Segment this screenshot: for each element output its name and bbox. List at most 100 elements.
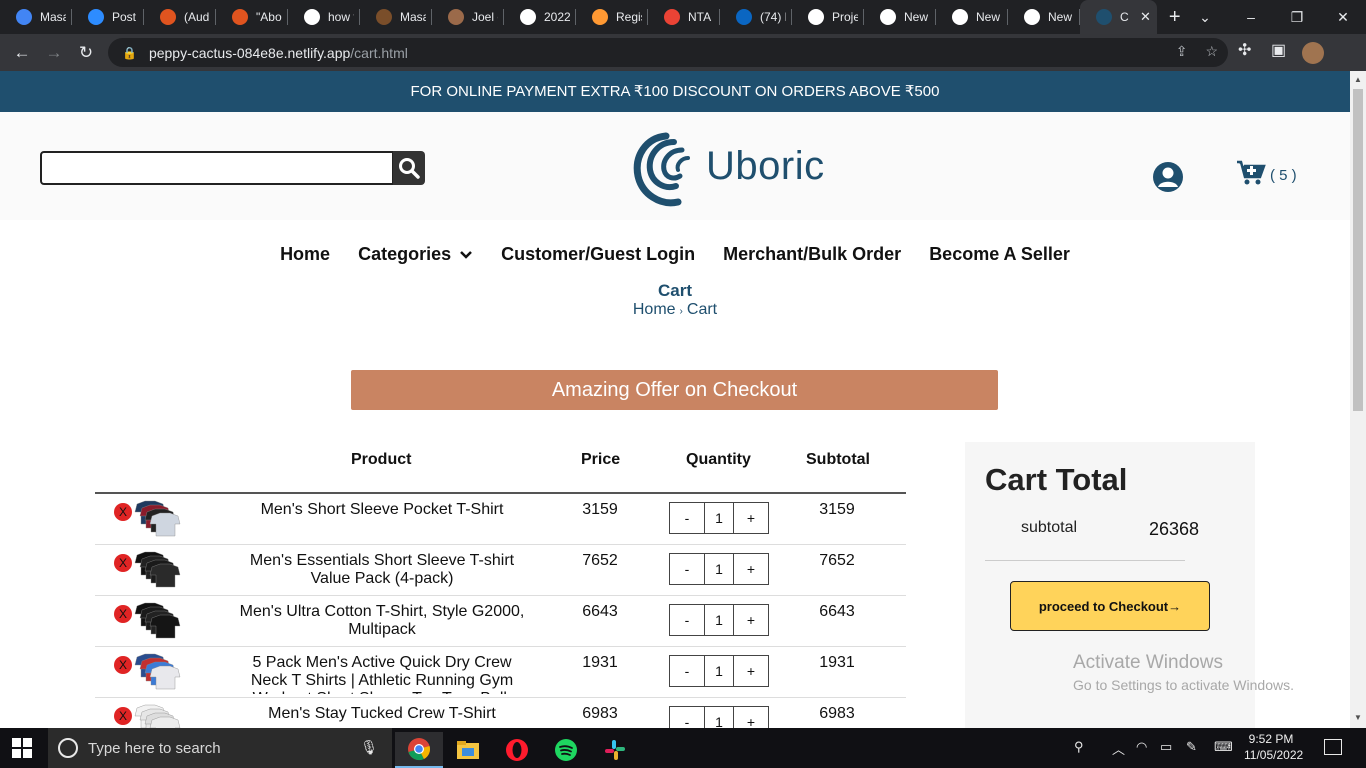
quantity-value[interactable]: 1 xyxy=(704,605,734,635)
spotify-icon[interactable] xyxy=(542,732,590,768)
product-name[interactable]: Men's Essentials Short Sleeve T-shirt Va… xyxy=(235,552,529,592)
nav-customer-login[interactable]: Customer/Guest Login xyxy=(501,244,695,265)
scroll-up-icon[interactable]: ▲ xyxy=(1354,75,1362,84)
product-thumbnail[interactable] xyxy=(133,653,181,693)
quantity-value[interactable]: 1 xyxy=(704,707,734,728)
product-name[interactable]: Men's Ultra Cotton T-Shirt, Style G2000,… xyxy=(235,603,529,643)
remove-item-button[interactable]: X xyxy=(114,503,132,521)
cart-icon[interactable] xyxy=(1236,160,1266,186)
nav-categories[interactable]: Categories xyxy=(358,244,473,265)
tray-chevron-up-icon[interactable]: ︿ xyxy=(1112,739,1125,758)
side-panel-icon[interactable]: ▣ xyxy=(1271,40,1286,60)
increase-quantity-button[interactable]: + xyxy=(734,554,768,584)
pen-icon[interactable]: ✎ xyxy=(1186,739,1197,755)
search-button[interactable] xyxy=(393,151,425,185)
browser-tab[interactable]: Masa xyxy=(360,0,432,34)
nav-become-seller[interactable]: Become A Seller xyxy=(929,244,1070,265)
decrease-quantity-button[interactable]: - xyxy=(670,605,704,635)
quantity-stepper: -1 + xyxy=(669,502,769,534)
amazing-offer-button[interactable]: Amazing Offer on Checkout xyxy=(351,370,998,410)
product-name[interactable]: Men's Short Sleeve Pocket T-Shirt xyxy=(235,501,529,541)
tab-title: Proje xyxy=(832,10,858,24)
new-tab-icon[interactable]: + xyxy=(1169,6,1181,29)
breadcrumb-home[interactable]: Home xyxy=(633,301,676,318)
site-logo[interactable]: Uboric xyxy=(630,128,830,212)
profile-avatar[interactable] xyxy=(1302,42,1324,64)
browser-tab[interactable]: (Audi xyxy=(144,0,216,34)
cart-count[interactable]: ( 5 ) xyxy=(1270,167,1297,184)
wifi-icon[interactable]: ◠ xyxy=(1136,739,1147,755)
decrease-quantity-button[interactable]: - xyxy=(670,554,704,584)
browser-tab[interactable]: 2022 xyxy=(504,0,576,34)
windows-start-icon[interactable] xyxy=(12,738,32,758)
increase-quantity-button[interactable]: + xyxy=(734,656,768,686)
remove-item-button[interactable]: X xyxy=(114,554,132,572)
product-thumbnail[interactable] xyxy=(133,602,181,642)
decrease-quantity-button[interactable]: - xyxy=(670,707,704,728)
search-input[interactable] xyxy=(40,151,394,185)
increase-quantity-button[interactable]: + xyxy=(734,707,768,728)
browser-tab[interactable]: New xyxy=(1008,0,1080,34)
browser-tab[interactable]: Masa xyxy=(0,0,72,34)
extensions-icon[interactable]: ✣ xyxy=(1238,40,1251,60)
remove-item-button[interactable]: X xyxy=(114,656,132,674)
browser-tab[interactable]: Joel c xyxy=(432,0,504,34)
browser-tab[interactable]: C ✕ xyxy=(1080,0,1157,34)
tab-close-icon[interactable]: ✕ xyxy=(1140,9,1151,25)
taskbar-search[interactable]: Type here to search 🎙 xyxy=(48,728,392,768)
scroll-down-icon[interactable]: ▼ xyxy=(1354,713,1362,722)
increase-quantity-button[interactable]: + xyxy=(734,503,768,533)
browser-tab[interactable]: Regis xyxy=(576,0,648,34)
slack-icon[interactable] xyxy=(591,732,639,768)
share-icon[interactable]: ⇪ xyxy=(1176,43,1188,60)
chrome-icon xyxy=(16,9,32,25)
bookmark-star-icon[interactable]: ☆ xyxy=(1205,43,1218,60)
browser-tab[interactable]: New xyxy=(864,0,936,34)
battery-icon[interactable]: ▭ xyxy=(1160,739,1172,755)
reload-icon[interactable]: ↻ xyxy=(70,43,102,63)
decrease-quantity-button[interactable]: - xyxy=(670,656,704,686)
product-name[interactable]: Men's Stay Tucked Crew T-Shirt xyxy=(235,705,529,728)
tab-search-icon[interactable]: ⌄ xyxy=(1182,0,1228,34)
product-subtotal: 1931 xyxy=(819,654,855,671)
keyboard-icon[interactable]: ⌨ xyxy=(1214,739,1233,755)
notifications-icon[interactable] xyxy=(1324,739,1342,755)
browser-tab[interactable]: "Abo xyxy=(216,0,288,34)
browser-tab[interactable]: Proje xyxy=(792,0,864,34)
browser-tab[interactable]: (74) F xyxy=(720,0,792,34)
chrome-taskbar-icon[interactable] xyxy=(395,732,443,768)
product-thumbnail[interactable] xyxy=(133,500,181,540)
product-thumbnail[interactable] xyxy=(133,704,181,728)
browser-tab[interactable]: how t xyxy=(288,0,360,34)
cart-table-header: Product Price Quantity Subtotal xyxy=(95,441,906,494)
browser-tab[interactable]: NTA xyxy=(648,0,720,34)
scrollbar-thumb[interactable] xyxy=(1353,89,1363,411)
product-thumbnail[interactable] xyxy=(133,551,181,591)
people-icon[interactable]: ⚲ xyxy=(1074,739,1084,755)
window-close-icon[interactable]: ✕ xyxy=(1320,0,1366,34)
quantity-value[interactable]: 1 xyxy=(704,656,734,686)
nav-merchant-bulk-order[interactable]: Merchant/Bulk Order xyxy=(723,244,901,265)
browser-tab[interactable]: Post xyxy=(72,0,144,34)
nav-home[interactable]: Home xyxy=(280,244,330,265)
back-icon[interactable]: ← xyxy=(6,43,38,63)
quantity-value[interactable]: 1 xyxy=(704,503,734,533)
restore-icon[interactable]: ❐ xyxy=(1274,0,1320,34)
proceed-to-checkout-button[interactable]: proceed to Checkout→ xyxy=(1010,581,1210,631)
increase-quantity-button[interactable]: + xyxy=(734,605,768,635)
decrease-quantity-button[interactable]: - xyxy=(670,503,704,533)
browser-tab[interactable]: New xyxy=(936,0,1008,34)
remove-item-button[interactable]: X xyxy=(114,707,132,725)
address-bar[interactable]: 🔒 peppy-cactus-084e8e.netlify.app/cart.h… xyxy=(108,38,1228,67)
product-name[interactable]: 5 Pack Men's Active Quick Dry Crew Neck … xyxy=(235,654,529,694)
file-explorer-icon[interactable] xyxy=(444,732,492,768)
page-scrollbar[interactable]: ▲ ▼ xyxy=(1350,71,1366,728)
remove-item-button[interactable]: X xyxy=(114,605,132,623)
microphone-icon[interactable]: 🎙 xyxy=(360,739,378,756)
taskbar-clock[interactable]: 9:52 PM 11/05/2022 xyxy=(1244,731,1303,763)
user-account-icon[interactable] xyxy=(1152,161,1184,193)
quantity-value[interactable]: 1 xyxy=(704,554,734,584)
minimize-icon[interactable]: – xyxy=(1228,0,1274,34)
opera-icon[interactable] xyxy=(493,732,541,768)
forward-icon[interactable]: → xyxy=(38,43,70,63)
